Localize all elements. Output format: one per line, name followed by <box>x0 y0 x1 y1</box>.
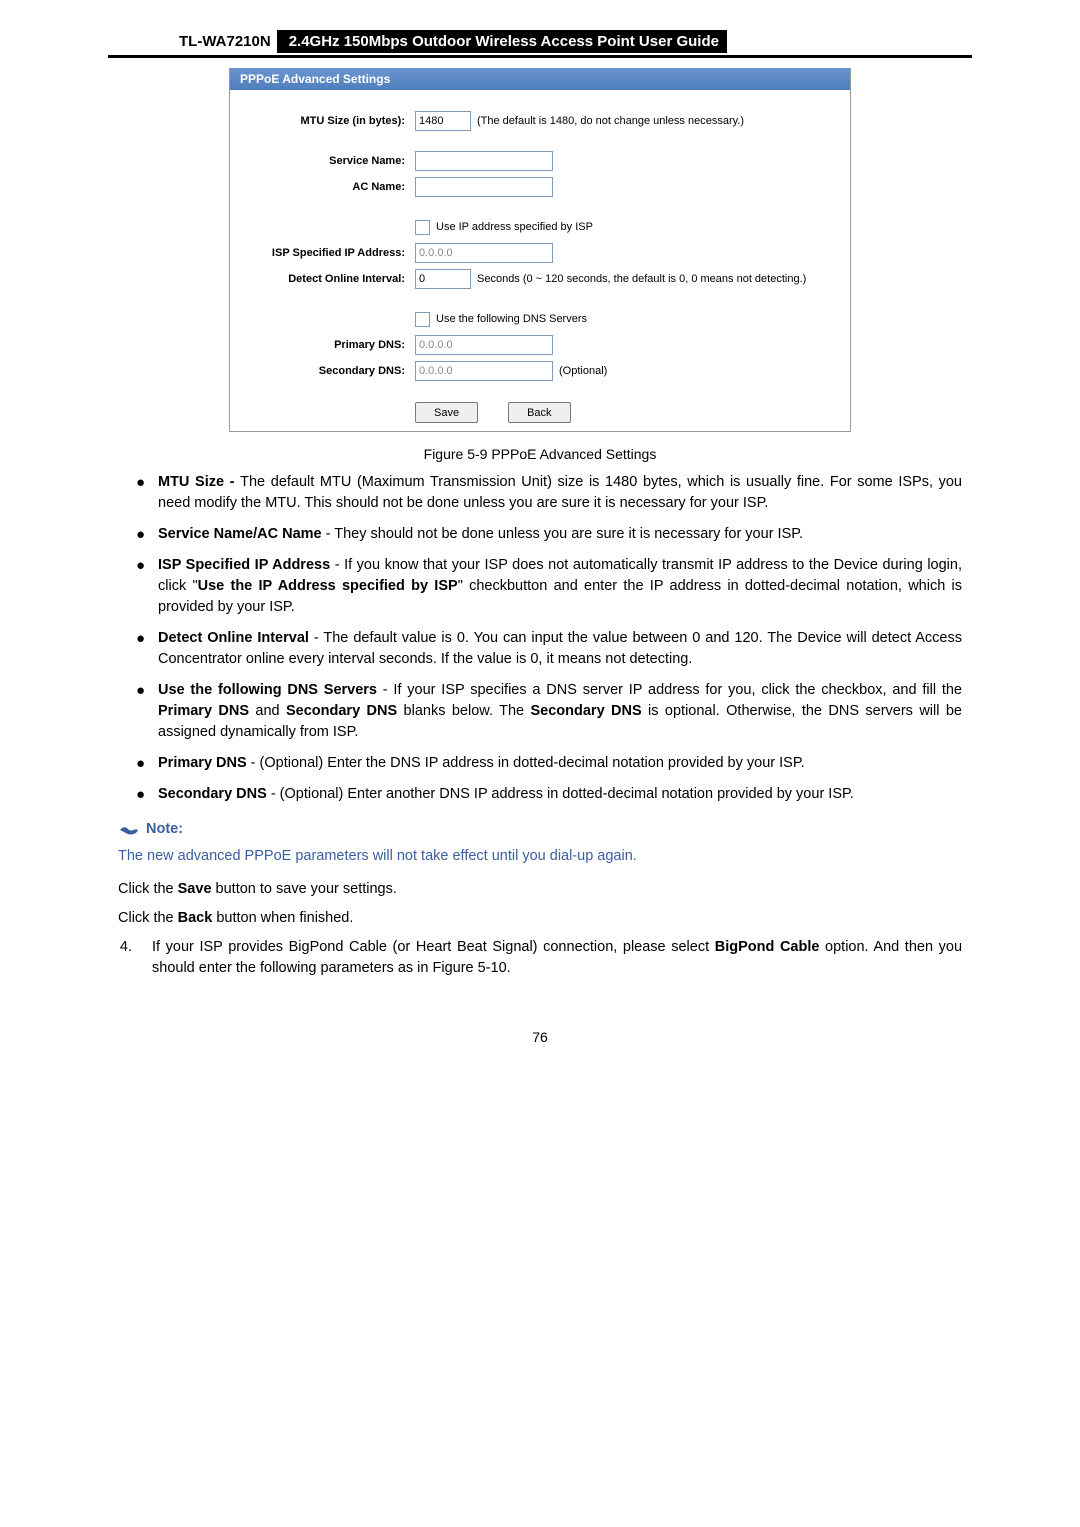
bullet-detect: Detect Online Interval - The default val… <box>136 628 962 670</box>
note-text: The new advanced PPPoE parameters will n… <box>118 846 962 867</box>
mtu-input[interactable] <box>415 111 471 131</box>
use-dns-checkbox[interactable] <box>415 312 430 327</box>
detect-interval-note: Seconds (0 ~ 120 seconds, the default is… <box>477 273 806 285</box>
service-name-label: Service Name: <box>240 155 415 167</box>
pppoe-settings-panel: PPPoE Advanced Settings MTU Size (in byt… <box>229 68 851 432</box>
back-button[interactable]: Back <box>508 402 570 423</box>
primary-dns-input[interactable] <box>415 335 553 355</box>
figure-caption: Figure 5-9 PPPoE Advanced Settings <box>108 446 972 462</box>
hand-point-icon <box>118 822 140 838</box>
back-instruction: Click the Back button when finished. <box>118 908 962 929</box>
bullet-use-dns: Use the following DNS Servers - If your … <box>136 680 962 743</box>
header-rule <box>108 55 972 58</box>
detect-interval-label: Detect Online Interval: <box>240 273 415 285</box>
panel-title: PPPoE Advanced Settings <box>230 68 850 90</box>
ac-name-label: AC Name: <box>240 181 415 193</box>
isp-ip-input[interactable] <box>415 243 553 263</box>
mtu-note: (The default is 1480, do not change unle… <box>477 115 744 127</box>
isp-ip-label: ISP Specified IP Address: <box>240 247 415 259</box>
use-isp-ip-label: Use IP address specified by ISP <box>436 221 593 233</box>
page-number: 76 <box>108 1029 972 1045</box>
list-item-4: If your ISP provides BigPond Cable (or H… <box>136 937 962 979</box>
note-heading: Note: <box>118 819 962 840</box>
model-number: TL-WA7210N <box>173 31 277 52</box>
bullet-isp-ip: ISP Specified IP Address - If you know t… <box>136 555 962 618</box>
use-isp-ip-checkbox[interactable] <box>415 220 430 235</box>
bullet-secondary-dns: Secondary DNS - (Optional) Enter another… <box>136 784 962 805</box>
secondary-dns-input[interactable] <box>415 361 553 381</box>
save-instruction: Click the Save button to save your setti… <box>118 879 962 900</box>
save-button[interactable]: Save <box>415 402 478 423</box>
doc-title: 2.4GHz 150Mbps Outdoor Wireless Access P… <box>277 30 727 53</box>
secondary-dns-label: Secondary DNS: <box>240 365 415 377</box>
primary-dns-label: Primary DNS: <box>240 339 415 351</box>
ac-name-input[interactable] <box>415 177 553 197</box>
bullet-service-ac: Service Name/AC Name - They should not b… <box>136 524 962 545</box>
bullet-mtu: MTU Size - The default MTU (Maximum Tran… <box>136 472 962 514</box>
secondary-dns-note: (Optional) <box>559 365 607 377</box>
use-dns-label: Use the following DNS Servers <box>436 313 587 325</box>
bullet-primary-dns: Primary DNS - (Optional) Enter the DNS I… <box>136 753 962 774</box>
mtu-label: MTU Size (in bytes): <box>240 115 415 127</box>
service-name-input[interactable] <box>415 151 553 171</box>
detect-interval-input[interactable] <box>415 269 471 289</box>
